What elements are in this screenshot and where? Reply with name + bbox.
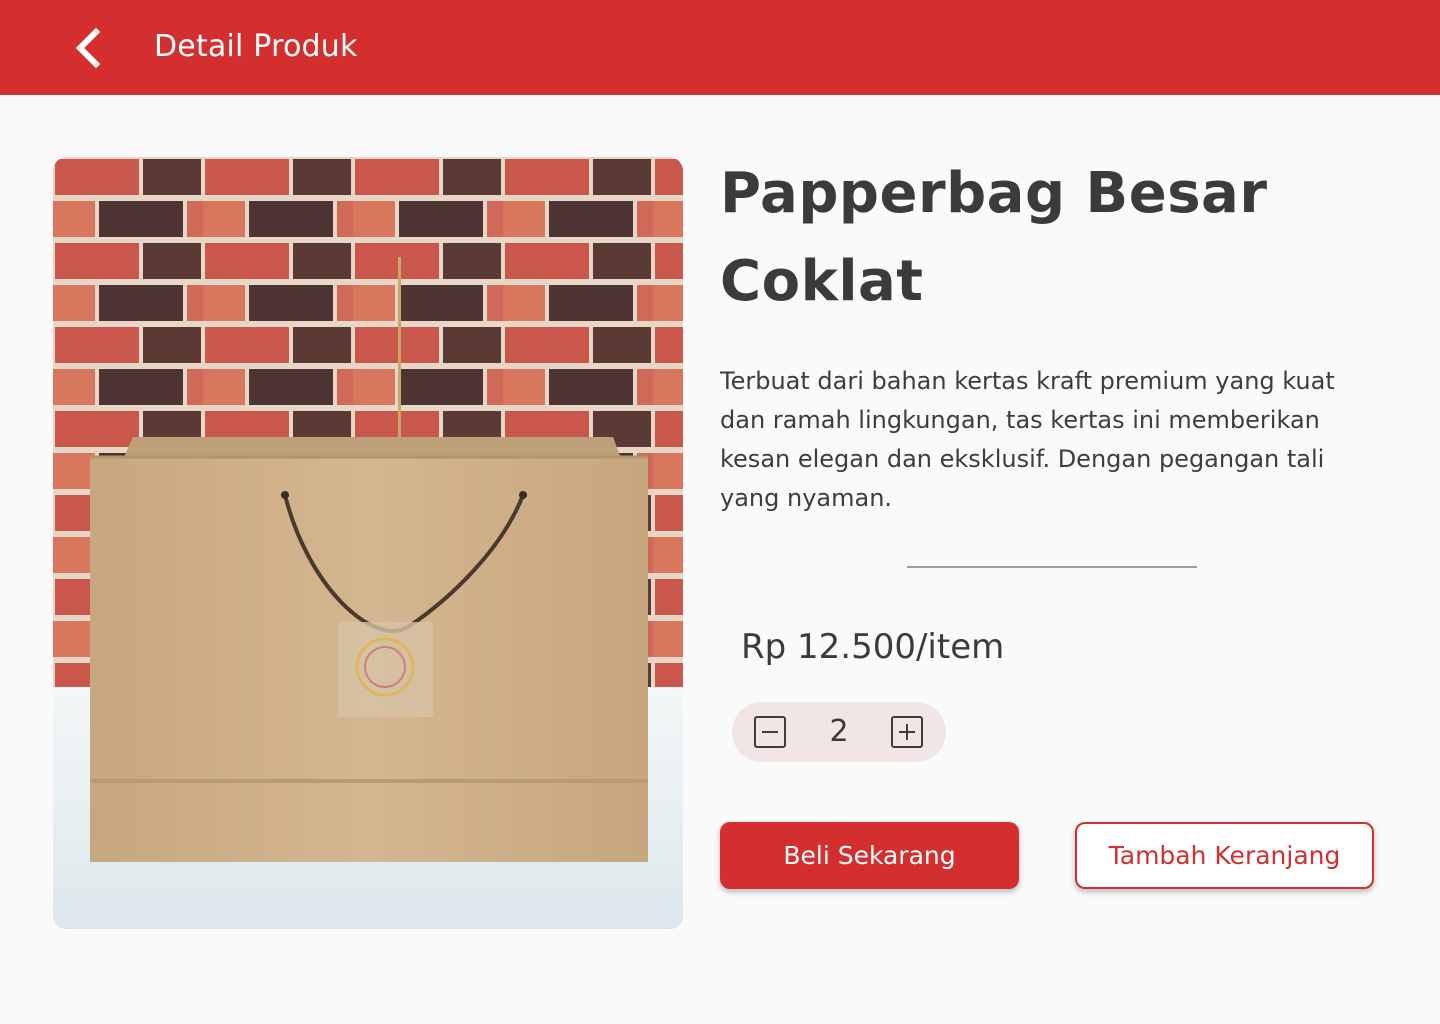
quantity-value: 2: [829, 714, 849, 749]
quantity-stepper: 2: [732, 702, 946, 762]
increase-quantity-button[interactable]: [890, 715, 924, 749]
back-button[interactable]: [62, 25, 112, 71]
decrease-quantity-button[interactable]: [753, 715, 787, 749]
product-image: [53, 157, 683, 929]
product-price: Rp 12.500/item: [741, 627, 1005, 667]
minus-square-icon: [753, 715, 787, 749]
divider: [907, 566, 1197, 568]
chevron-left-icon: [72, 28, 102, 68]
top-app-bar: Detail Produk: [0, 0, 1440, 95]
plus-square-icon: [890, 715, 924, 749]
product-title: Papperbag Besar Coklat: [720, 161, 1268, 314]
product-details: Papperbag Besar Coklat Terbuat dari baha…: [720, 150, 1390, 889]
buy-now-button[interactable]: Beli Sekarang: [720, 822, 1019, 889]
page-title: Detail Produk: [154, 29, 358, 64]
add-to-cart-button[interactable]: Tambah Keranjang: [1075, 822, 1374, 889]
product-description: Terbuat dari bahan kertas kraft premium …: [720, 367, 1335, 512]
